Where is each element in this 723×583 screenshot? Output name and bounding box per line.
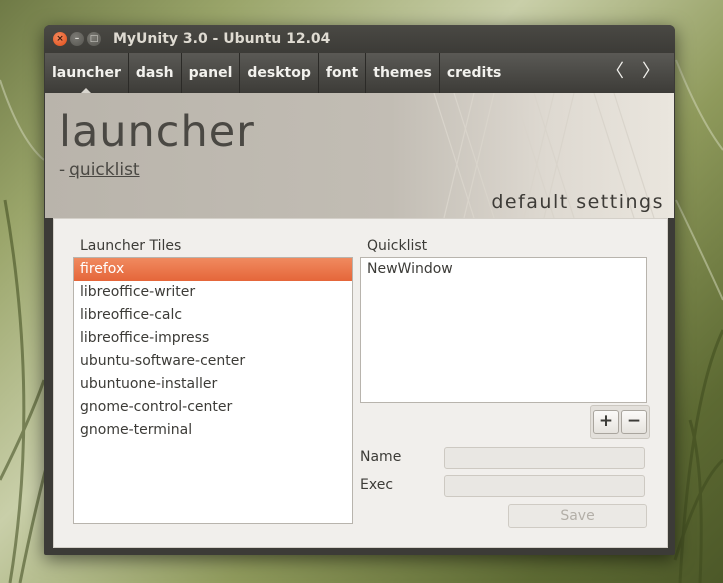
list-item[interactable]: ubuntuone-installer: [74, 373, 352, 396]
prev-arrow-icon[interactable]: 〈: [598, 53, 632, 93]
save-button[interactable]: Save: [508, 504, 647, 528]
minimize-button[interactable]: –: [70, 32, 84, 46]
launcher-tiles-list[interactable]: firefox libreoffice-writer libreoffice-c…: [73, 257, 353, 524]
list-item[interactable]: libreoffice-writer: [74, 281, 352, 304]
tab-themes[interactable]: themes: [366, 53, 440, 93]
list-item[interactable]: gnome-terminal: [74, 419, 352, 442]
title-bar: × – □ MyUnity 3.0 - Ubuntu 12.04: [44, 25, 675, 53]
add-button[interactable]: +: [593, 410, 619, 434]
tab-panel[interactable]: panel: [182, 53, 241, 93]
remove-button[interactable]: −: [621, 410, 647, 434]
page-title: launcher: [59, 107, 255, 157]
tab-font[interactable]: font: [319, 53, 367, 93]
quicklist-label: Quicklist: [367, 238, 428, 254]
list-item[interactable]: firefox: [74, 258, 352, 281]
close-button[interactable]: ×: [53, 32, 67, 46]
exec-field[interactable]: [444, 475, 645, 497]
quicklist-link[interactable]: quicklist: [69, 160, 139, 180]
name-field[interactable]: [444, 447, 645, 469]
minimize-icon: –: [74, 33, 80, 44]
list-item[interactable]: NewWindow: [361, 258, 646, 281]
quicklist-controls: + −: [590, 405, 650, 439]
maximize-button[interactable]: □: [87, 32, 101, 46]
settings-panel: Launcher Tiles firefox libreoffice-write…: [53, 218, 668, 548]
launcher-tiles-label: Launcher Tiles: [80, 238, 182, 254]
quicklist-list[interactable]: NewWindow: [360, 257, 647, 403]
list-item[interactable]: libreoffice-calc: [74, 304, 352, 327]
next-arrow-icon[interactable]: 〉: [634, 53, 668, 93]
breadcrumb: - quicklist: [59, 160, 140, 180]
default-settings-link[interactable]: default settings: [491, 191, 664, 213]
section-header: launcher - quicklist default settings: [45, 93, 674, 218]
exec-label: Exec: [360, 477, 394, 493]
close-icon: ×: [56, 33, 64, 44]
tab-launcher[interactable]: launcher: [45, 53, 129, 93]
app-window: × – □ MyUnity 3.0 - Ubuntu 12.04 launche…: [44, 25, 675, 555]
tab-dash[interactable]: dash: [129, 53, 182, 93]
list-item[interactable]: ubuntu-software-center: [74, 350, 352, 373]
tab-desktop[interactable]: desktop: [240, 53, 319, 93]
breadcrumb-prefix: -: [59, 160, 66, 180]
tab-credits[interactable]: credits: [440, 53, 509, 93]
nav-bar: launcher dash panel desktop font themes …: [45, 53, 674, 93]
list-item[interactable]: libreoffice-impress: [74, 327, 352, 350]
maximize-icon: □: [89, 33, 99, 44]
name-label: Name: [360, 449, 402, 465]
window-title: MyUnity 3.0 - Ubuntu 12.04: [113, 31, 331, 47]
list-item[interactable]: gnome-control-center: [74, 396, 352, 419]
